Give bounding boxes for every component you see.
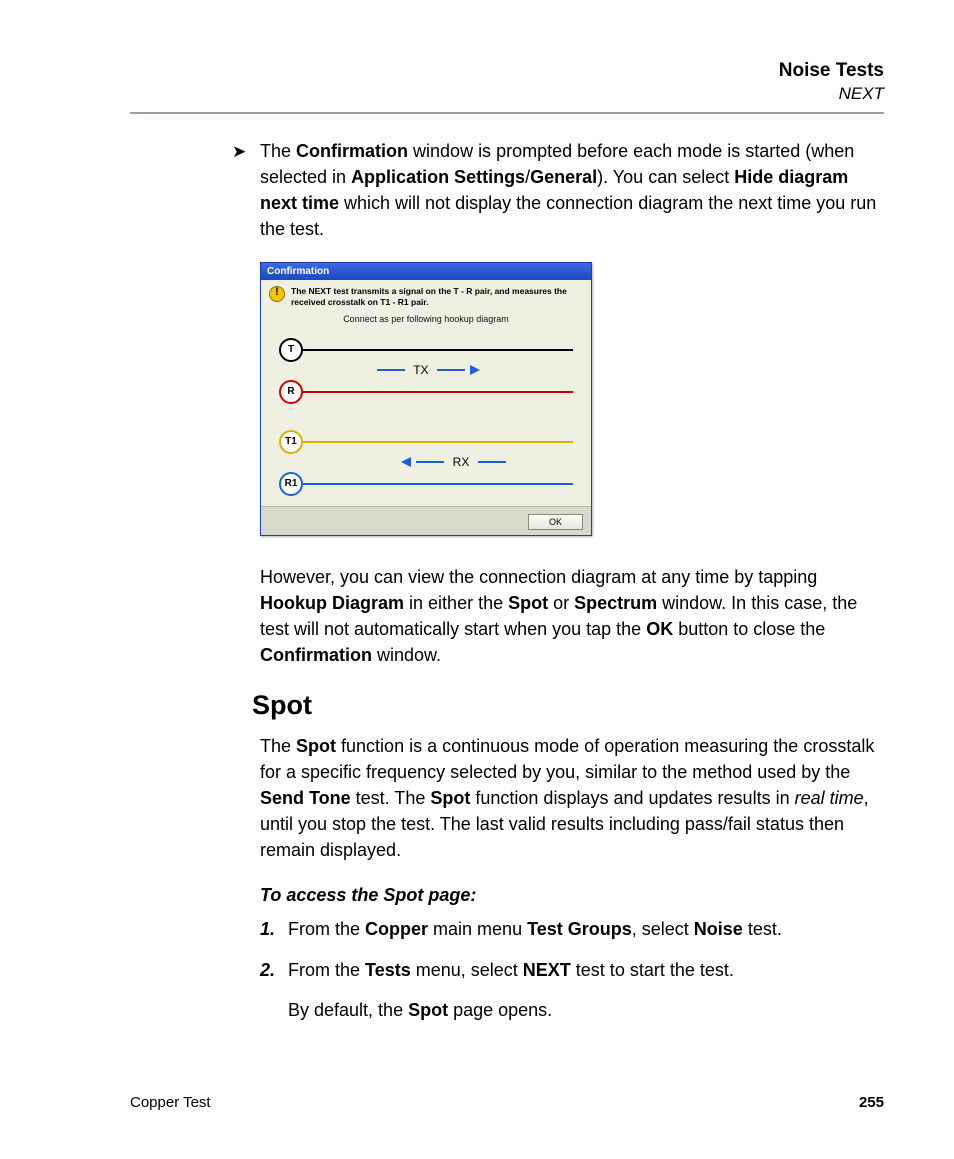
text: The: [260, 736, 296, 756]
text: Test Groups: [527, 919, 632, 939]
dialog-subtitle: Connect as per following hookup diagram: [261, 312, 591, 332]
arrowhead-icon: ➤: [232, 140, 246, 165]
text: Noise: [694, 919, 743, 939]
text: Spot: [296, 736, 336, 756]
line-t1: [303, 441, 573, 443]
warning-icon: [269, 286, 285, 302]
paragraph-spot-desc: The Spot function is a continuous mode o…: [260, 733, 884, 863]
rx-text: RX: [453, 455, 470, 469]
text: Application Settings: [351, 167, 525, 187]
step-1: 1. From the Copper main menu Test Groups…: [260, 916, 884, 942]
subheading-access-spot: To access the Spot page:: [260, 885, 884, 906]
text: test. The: [351, 788, 431, 808]
text: Spot: [430, 788, 470, 808]
page-number: 255: [859, 1094, 884, 1111]
bullet-confirmation-note: ➤ The Confirmation window is prompted be…: [260, 138, 884, 242]
text: main menu: [428, 919, 527, 939]
tx-text: TX: [413, 363, 428, 377]
text: By default, the: [288, 1000, 408, 1020]
text: However, you can view the connection dia…: [260, 567, 817, 587]
page: Noise Tests NEXT ➤ The Confirmation wind…: [0, 0, 954, 1159]
arrow-left-icon: [401, 457, 411, 467]
line-r1: [303, 483, 573, 485]
dialog-footer: OK: [261, 506, 591, 535]
spacer: [279, 404, 573, 430]
text: button to close the: [673, 619, 825, 639]
hookup-diagram: T TX R: [261, 332, 591, 506]
header-divider: [130, 112, 884, 114]
line-r: [303, 391, 573, 393]
text: or: [548, 593, 574, 613]
text: Send Tone: [260, 788, 351, 808]
section-heading-spot: Spot: [252, 690, 884, 721]
text: The: [260, 141, 296, 161]
node-t1: T1: [279, 430, 303, 454]
text: , select: [632, 919, 694, 939]
diagram-row-t1: T1: [279, 430, 573, 454]
text: window.: [372, 645, 441, 665]
text: in either the: [404, 593, 508, 613]
text: Confirmation: [260, 645, 372, 665]
text: Spot: [408, 1000, 448, 1020]
paragraph-hookup-note: However, you can view the connection dia…: [260, 564, 884, 668]
step-2: 2. From the Tests menu, select NEXT test…: [260, 957, 884, 983]
step-2-followup: By default, the Spot page opens.: [288, 997, 884, 1023]
header-subtitle: NEXT: [130, 84, 884, 104]
text: ). You can select: [597, 167, 734, 187]
line-segment-icon: [377, 369, 405, 371]
dialog-screenshot: Confirmation The NEXT test transmits a s…: [260, 262, 884, 535]
node-r: R: [279, 380, 303, 404]
confirmation-dialog: Confirmation The NEXT test transmits a s…: [260, 262, 592, 535]
diagram-tx-label: TX: [279, 362, 573, 380]
text: General: [530, 167, 597, 187]
text: From the: [288, 960, 365, 980]
text: function is a continuous mode of operati…: [260, 736, 874, 782]
text: Tests: [365, 960, 411, 980]
steps-list: 1. From the Copper main menu Test Groups…: [260, 916, 884, 982]
arrow-right-icon: [470, 365, 480, 375]
header-title: Noise Tests: [130, 60, 884, 82]
text: Confirmation: [296, 141, 408, 161]
text: which will not display the connection di…: [260, 193, 876, 239]
step-number: 2.: [260, 957, 275, 983]
diagram-rx-label: RX: [279, 454, 573, 472]
page-header: Noise Tests NEXT: [130, 60, 884, 104]
text: page opens.: [448, 1000, 552, 1020]
diagram-row-r: R: [279, 380, 573, 404]
text: real time: [795, 788, 864, 808]
text: test.: [743, 919, 782, 939]
text: Spectrum: [574, 593, 657, 613]
text: From the: [288, 919, 365, 939]
line-segment-icon: [416, 461, 444, 463]
line-segment-icon: [437, 369, 465, 371]
text: menu, select: [411, 960, 523, 980]
text: Copper: [365, 919, 428, 939]
diagram-row-r1: R1: [279, 472, 573, 496]
text: OK: [646, 619, 673, 639]
dialog-titlebar: Confirmation: [261, 263, 591, 280]
diagram-row-t: T: [279, 338, 573, 362]
text: Spot: [508, 593, 548, 613]
node-t: T: [279, 338, 303, 362]
line-segment-icon: [478, 461, 506, 463]
content-block: ➤ The Confirmation window is prompted be…: [260, 138, 884, 1023]
footer-section: Copper Test: [130, 1094, 211, 1111]
text: function displays and updates results in: [470, 788, 794, 808]
step-number: 1.: [260, 916, 275, 942]
text: test to start the test.: [571, 960, 734, 980]
text: NEXT: [523, 960, 571, 980]
page-footer: Copper Test 255: [130, 1094, 884, 1111]
line-t: [303, 349, 573, 351]
ok-button[interactable]: OK: [528, 514, 583, 530]
text: Hookup Diagram: [260, 593, 404, 613]
node-r1: R1: [279, 472, 303, 496]
dialog-message: The NEXT test transmits a signal on the …: [261, 280, 591, 311]
dialog-message-text: The NEXT test transmits a signal on the …: [291, 286, 583, 307]
